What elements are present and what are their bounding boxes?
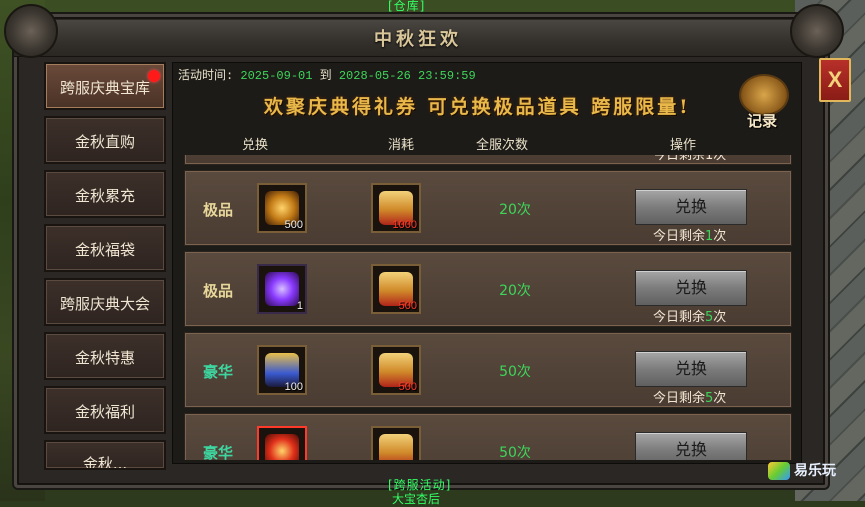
remain-prefix: 今日剩余 [653,391,706,406]
watermark-logo: 易乐玩 [768,460,836,480]
server-count: 20次 [499,202,531,218]
list-item: 极品 1 500 20次 兑换 今日剩余5次 [184,251,792,327]
reward-item-slot[interactable] [257,426,307,460]
remain-prefix: 今日剩余 [653,229,706,244]
list-item: 今日剩余1次 [184,155,792,165]
sidebar-item-autumn-cumulative-recharge[interactable]: 金秋累充 [44,170,166,218]
grade-label: 极品 [203,201,234,219]
activity-time: 活动时间: 2025-09-01 到 2028-05-26 23:59:59 [178,66,476,83]
exchange-button[interactable]: 兑换 [635,351,747,387]
sidebar-item-autumn-welfare[interactable]: 金秋福利 [44,386,166,434]
record-label: 记录 [746,112,777,130]
exchange-button[interactable]: 兑换 [635,270,747,306]
record-button[interactable]: 记录 [736,74,789,132]
grade-label: 极品 [203,282,234,300]
remain-suffix: 次 [713,310,727,325]
cost-qty: 500 [398,381,417,393]
list-item: 极品 500 1000 20次 兑换 今日剩余1次 [184,170,792,246]
sidebar-item-label: 金秋累充 [74,187,135,205]
sidebar-item-autumn-special-offer[interactable]: 金秋特惠 [44,332,166,380]
remaining-count: 今日剩余1次 [653,225,726,244]
close-button[interactable]: X [819,58,851,102]
cost-qty: 1000 [392,219,417,231]
sidebar-item-label: 金秋... [82,455,128,470]
sidebar-item-label: 金秋福利 [74,403,135,421]
list-item: 豪华 100 500 50次 兑换 今日剩余5次 [184,332,792,408]
remain-suffix: 次 [713,229,727,244]
remaining-count: 今日剩余1次 [653,155,727,163]
sidebar-item-label: 金秋特惠 [74,349,135,367]
scene-top-label: [仓库] [388,0,426,13]
scroll-icon [379,434,413,460]
promo-banner: 欢聚庆典得礼券 可兑换极品道具 跨服限量! [264,96,691,118]
cost-item-slot[interactable] [371,426,421,460]
purple-key-icon [265,272,299,306]
sidebar-item-label: 跨服庆典大会 [59,295,150,313]
corner-ornament-icon [4,4,58,58]
watermark-text: 易乐玩 [794,463,836,479]
logo-icon [768,462,790,480]
sidebar-item-label: 金秋直购 [74,133,135,151]
list-item: 豪华 50次 兑换 [184,413,792,460]
sidebar-item-autumn-lucky-bag[interactable]: 金秋福袋 [44,224,166,272]
remain-prefix: 今日剩余 [653,310,706,325]
title-bar: 中秋狂欢 [14,20,822,57]
remaining-count: 今日剩余5次 [653,306,726,325]
sidebar-item-cross-server-treasury[interactable]: 跨服庆典宝库 [44,62,166,110]
notification-dot-icon [148,70,160,82]
sidebar-item-autumn-direct-buy[interactable]: 金秋直购 [44,116,166,164]
sidebar-item-label: 金秋福袋 [74,241,135,259]
activity-end-date: 2028-05-26 23:59:59 [338,69,476,83]
server-count: 20次 [499,283,531,299]
reward-qty: 100 [284,381,303,393]
grade-label: 豪华 [203,363,234,381]
sidebar: 跨服庆典宝库 金秋直购 金秋累充 金秋福袋 跨服庆典大会 金秋特惠 金秋福利 金… [44,62,166,472]
corner-ornament-icon [790,4,844,58]
scene-bottom-label-2: 大宝杏后 [392,492,441,506]
remain-suffix: 次 [713,391,727,406]
exchange-list[interactable]: 今日剩余1次 极品 500 1000 20次 兑换 今日剩余1次 极品 1 50… [180,155,796,460]
server-count: 50次 [499,364,531,380]
remaining-count: 今日剩余5次 [653,387,726,406]
grade-label: 豪华 [203,444,234,460]
reward-qty: 500 [284,219,303,231]
server-count: 50次 [499,445,531,460]
exchange-button[interactable]: 兑换 [635,189,747,225]
header-action: 操作 [670,138,697,153]
header-exchange: 兑换 [242,138,269,153]
sidebar-item-cross-server-festival[interactable]: 跨服庆典大会 [44,278,166,326]
reward-item-slot[interactable]: 500 [257,183,307,233]
cost-item-slot[interactable]: 500 [371,264,421,314]
cost-qty: 500 [398,300,417,312]
cost-item-slot[interactable]: 1000 [371,183,421,233]
red-crest-icon [265,434,299,460]
exchange-button[interactable]: 兑换 [635,432,747,460]
activity-time-label: 活动时间: [178,69,234,83]
sidebar-item-label: 跨服庆典宝库 [59,79,150,97]
header-cost: 消耗 [388,138,415,153]
reward-item-slot[interactable]: 100 [257,345,307,395]
activity-to-text: 到 [319,69,332,83]
activity-start-date: 2025-09-01 [240,69,313,83]
reward-qty: 1 [296,300,303,312]
sidebar-item-partial[interactable]: 金秋... [44,440,166,470]
panel-title: 中秋狂欢 [374,29,462,50]
reward-item-slot[interactable]: 1 [257,264,307,314]
cost-item-slot[interactable]: 500 [371,345,421,395]
header-server-count: 全服次数 [476,138,529,153]
